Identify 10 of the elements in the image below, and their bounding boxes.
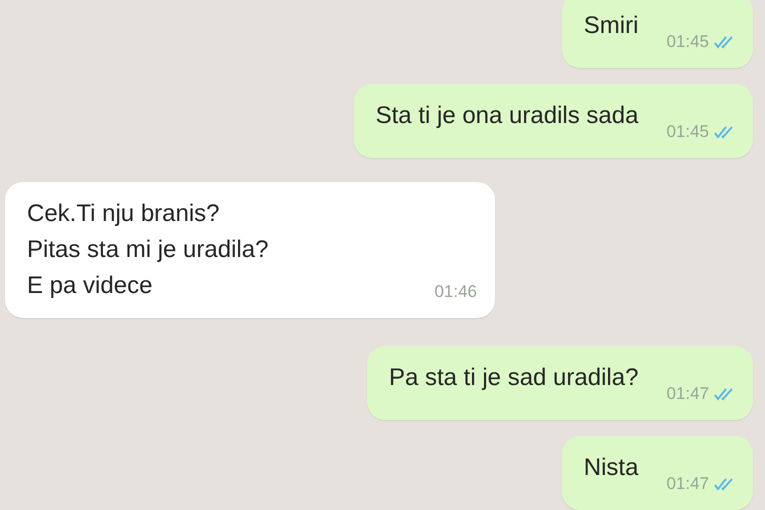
message-text: Cek.Ti nju branis? Pitas sta mi je uradila? E pa videce <box>27 199 268 301</box>
message-time: 01:46 <box>434 282 477 302</box>
message-time: 01:45 <box>666 32 709 52</box>
message-time: 01:47 <box>666 474 709 494</box>
message-time: 01:47 <box>666 384 709 404</box>
message-text: Pa sta ti je sad uradila? <box>388 363 638 393</box>
message-text: Nista <box>584 453 638 483</box>
message-text: Sta ti je ona uradils sada <box>376 101 638 131</box>
message-text: Smiri <box>584 11 638 41</box>
message-time: 01:45 <box>666 122 709 142</box>
